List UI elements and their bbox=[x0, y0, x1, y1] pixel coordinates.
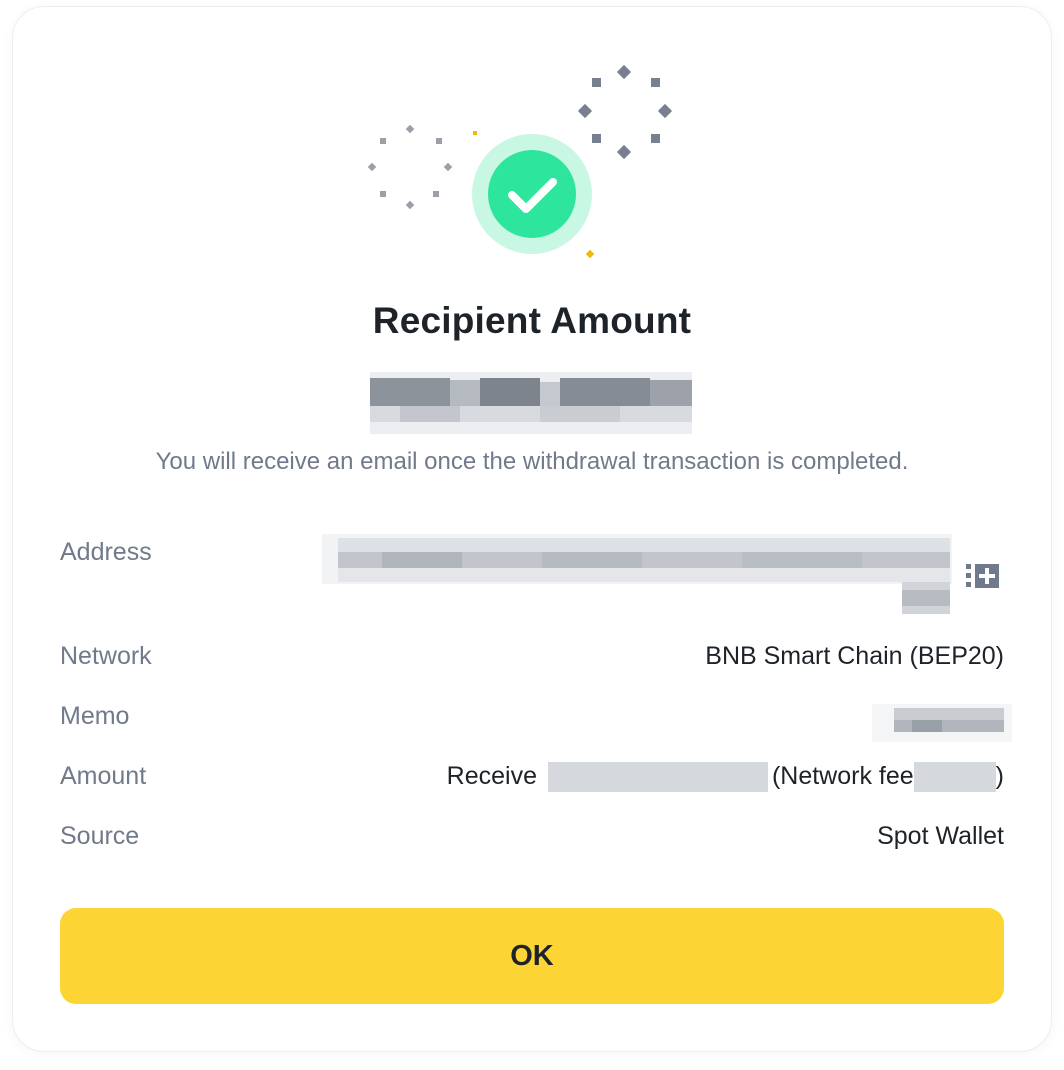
amount-value: Receive (Network fee) bbox=[446, 762, 1004, 793]
check-circle-icon bbox=[472, 134, 592, 254]
memo-label: Memo bbox=[60, 702, 130, 730]
source-label: Source bbox=[60, 822, 140, 850]
amount-fee-prefix: (Network fee bbox=[771, 762, 914, 790]
memo-value-redacted bbox=[872, 704, 1012, 742]
copy-address-icon[interactable] bbox=[966, 562, 1000, 590]
address-label: Address bbox=[60, 538, 152, 566]
success-illustration bbox=[367, 64, 673, 259]
source-row: Source Spot Wallet bbox=[60, 822, 1004, 858]
email-notice: You will receive an email once the withd… bbox=[155, 448, 909, 475]
sparkle-small bbox=[473, 131, 477, 135]
memo-row: Memo bbox=[60, 702, 1004, 738]
decorative-dots-left bbox=[367, 124, 453, 210]
amount-fee-suffix: ) bbox=[995, 762, 1004, 790]
amount-received-redacted bbox=[547, 762, 768, 793]
network-row: Network BNB Smart Chain (BEP20) bbox=[60, 642, 1004, 678]
address-value-redacted bbox=[322, 534, 952, 614]
amount-label: Amount bbox=[60, 762, 147, 790]
sparkle-medium bbox=[585, 249, 595, 259]
dialog-title: Recipient Amount bbox=[372, 300, 692, 341]
network-label: Network bbox=[60, 642, 152, 670]
network-value: BNB Smart Chain (BEP20) bbox=[705, 642, 1004, 670]
source-value: Spot Wallet bbox=[877, 822, 1004, 850]
recipient-amount-redacted bbox=[340, 368, 725, 438]
amount-receive-prefix: Receive bbox=[446, 762, 537, 790]
network-fee-redacted bbox=[913, 762, 996, 793]
ok-button[interactable]: OK bbox=[60, 908, 1004, 1004]
decorative-dots-right bbox=[577, 64, 673, 160]
amount-row: Amount Receive (Network fee) bbox=[60, 762, 1004, 798]
